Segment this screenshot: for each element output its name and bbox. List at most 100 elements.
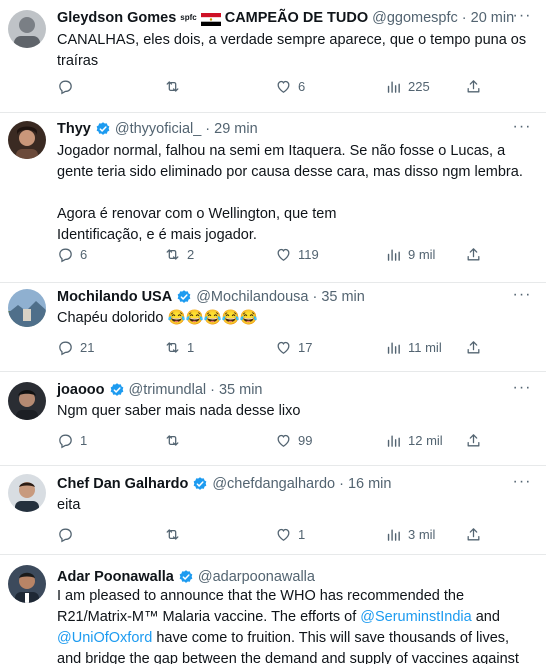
view-count: 225 (408, 79, 430, 94)
tweet-header: Mochilando USA @Mochilandousa · 35 min (57, 287, 506, 307)
reply-icon (59, 528, 72, 543)
separator-dot: · (210, 382, 215, 398)
avatar[interactable] (8, 121, 46, 159)
handle[interactable]: @thyyoficial_ (115, 119, 201, 139)
tweet[interactable]: Adar Poonawalla @adarpoonawalla I am ple… (0, 555, 546, 664)
share-button[interactable] (465, 432, 482, 449)
handle[interactable]: @ggomespfc (372, 8, 458, 28)
like-button[interactable]: 1 (275, 526, 305, 543)
reply-button[interactable]: 1 (57, 432, 87, 449)
tweet-header: Adar Poonawalla @adarpoonawalla (57, 567, 506, 587)
like-button[interactable]: 17 (275, 339, 312, 356)
reply-count: 1 (80, 433, 88, 448)
tweet[interactable]: Gleydson Gomes spfc CAMPEÃO DE TUDO @ggo… (0, 0, 546, 113)
like-button[interactable]: 99 (275, 432, 312, 449)
reply-button[interactable]: 6 (57, 246, 87, 263)
like-count: 99 (298, 433, 313, 448)
tweet-header: Gleydson Gomes spfc CAMPEÃO DE TUDO @ggo… (57, 8, 514, 28)
display-name[interactable]: Chef Dan Galhardo (57, 474, 188, 494)
share-icon (467, 248, 480, 261)
views-icon (387, 249, 400, 261)
heart-icon (277, 434, 290, 447)
more-icon[interactable]: ··· (512, 474, 532, 496)
name-suffix: spfc (180, 13, 197, 22)
mention-link[interactable]: @SeruminstIndia (360, 609, 471, 625)
avatar[interactable] (8, 474, 46, 512)
tweet[interactable]: Mochilando USA @Mochilandousa · 35 min ·… (0, 283, 546, 372)
share-button[interactable] (465, 526, 482, 543)
more-icon[interactable]: ··· (512, 287, 532, 309)
avatar[interactable] (8, 10, 46, 48)
views-icon (387, 81, 400, 93)
share-button[interactable] (465, 78, 482, 95)
timestamp[interactable]: 35 min (219, 380, 263, 400)
reply-button[interactable]: 21 (57, 339, 94, 356)
retweet-count: 2 (187, 247, 195, 262)
retweet-icon (166, 249, 179, 260)
share-button[interactable] (465, 339, 482, 356)
handle[interactable]: @Mochilandousa (196, 287, 308, 307)
reply-count: 6 (80, 247, 88, 262)
more-icon[interactable]: ··· (512, 119, 532, 141)
verified-badge-icon (96, 122, 110, 135)
display-name[interactable]: Adar Poonawalla (57, 567, 174, 587)
reply-icon (59, 434, 72, 449)
like-count: 6 (298, 79, 306, 94)
tweet[interactable]: joaooo @trimundlal · 35 min ··· Ngm quer… (0, 372, 546, 466)
more-icon[interactable]: ··· (512, 8, 532, 30)
timestamp[interactable]: 20 min (471, 8, 515, 28)
tweet[interactable]: Thyy @thyyoficial_ · 29 min ··· Jogador … (0, 113, 546, 283)
more-icon[interactable]: ··· (512, 380, 532, 402)
share-icon (467, 434, 480, 447)
like-button[interactable]: 6 (275, 78, 305, 95)
reply-button[interactable] (57, 526, 80, 543)
tweet-text-part: and (471, 609, 500, 625)
handle[interactable]: @adarpoonawalla (198, 567, 315, 587)
views-button[interactable]: 12 mil (385, 432, 443, 449)
handle[interactable]: @chefdangalhardo (212, 474, 335, 494)
views-button[interactable]: 9 mil (385, 246, 435, 263)
separator-dot: · (312, 289, 318, 305)
retweet-button[interactable] (164, 78, 187, 95)
avatar[interactable] (8, 382, 46, 420)
reply-count: 21 (80, 340, 95, 355)
tweet-paragraph: Jogador normal, falhou na semi em Itaque… (57, 143, 523, 180)
retweet-button[interactable] (164, 432, 187, 449)
heart-icon (277, 528, 290, 541)
display-name[interactable]: Mochilando USA (57, 287, 172, 307)
heart-icon (277, 80, 290, 93)
display-name[interactable]: Gleydson Gomes (57, 8, 176, 28)
verified-badge-icon (177, 290, 191, 303)
display-name[interactable]: Thyy (57, 119, 91, 139)
timestamp[interactable]: 35 min (321, 287, 365, 307)
share-icon (467, 341, 480, 354)
views-button[interactable]: 225 (385, 78, 430, 95)
retweet-button[interactable]: 2 (164, 246, 194, 263)
tweet-paragraph: Agora é renovar com o Wellington, que te… (57, 206, 337, 243)
tweet-header: Chef Dan Galhardo @chefdangalhardo · 16 … (57, 474, 506, 494)
display-name[interactable]: joaooo (57, 380, 105, 400)
avatar[interactable] (8, 289, 46, 327)
timestamp[interactable]: 29 min (214, 119, 258, 139)
share-button[interactable] (465, 246, 482, 263)
views-icon (387, 435, 400, 447)
mention-link[interactable]: @UniOfOxford (57, 630, 152, 646)
retweet-button[interactable]: 1 (164, 339, 194, 356)
timestamp[interactable]: 16 min (348, 474, 392, 494)
avatar[interactable] (8, 565, 46, 603)
tweet-header: Thyy @thyyoficial_ · 29 min (57, 119, 506, 139)
reply-button[interactable] (57, 78, 80, 95)
views-button[interactable]: 11 mil (385, 339, 442, 356)
like-button[interactable]: 119 (275, 246, 319, 263)
retweet-icon (166, 342, 179, 353)
handle[interactable]: @trimundlal (129, 380, 207, 400)
tweet[interactable]: Chef Dan Galhardo @chefdangalhardo · 16 … (0, 466, 546, 555)
heart-icon (277, 341, 290, 354)
share-icon (467, 528, 480, 541)
reply-icon (59, 341, 72, 356)
retweet-button[interactable] (164, 526, 187, 543)
tweet-text: Ngm quer saber mais nada desse lixo (57, 403, 301, 419)
egypt-flag-icon (200, 12, 221, 26)
retweet-icon (166, 435, 179, 446)
views-button[interactable]: 3 mil (385, 526, 435, 543)
